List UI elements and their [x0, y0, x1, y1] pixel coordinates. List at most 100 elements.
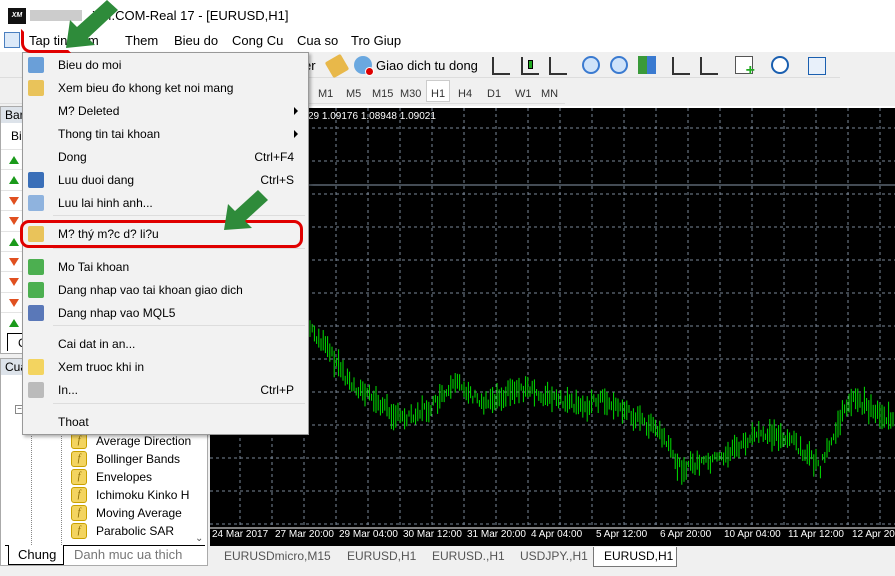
chart-window-icon[interactable] [4, 32, 20, 48]
candlestick-icon[interactable] [521, 57, 539, 75]
file-menu-item[interactable]: Thoat [23, 411, 308, 433]
ohlc-info: 29 1.09176 1.08948 1.09021 [308, 111, 436, 122]
indicator-icon: f [71, 523, 87, 539]
time-label: 11 Apr 12:00 [788, 529, 844, 540]
chart-tab[interactable]: USDJPY.,H1 [520, 549, 588, 563]
green-arrow-icon [224, 190, 268, 230]
menu-item-label: Dang nhap vao MQL5 [58, 306, 176, 320]
menu-item-label: Thoat [58, 415, 89, 429]
menu-item-shortcut: Ctrl+P [260, 383, 294, 397]
timeframe-m15[interactable]: M15 [372, 88, 393, 100]
menu-help[interactable]: Tro Giup [351, 33, 401, 48]
time-label: 10 Apr 04:00 [724, 529, 781, 540]
navigator-indicator[interactable]: Moving Average [96, 506, 182, 520]
file-menu-item[interactable]: Dang nhap vao tai khoan giao dich [23, 279, 308, 301]
open-account-icon [28, 259, 44, 275]
chart-canvas [210, 108, 895, 529]
arrow-up-icon [9, 156, 19, 164]
file-menu-item[interactable]: Xem truoc khi in [23, 356, 308, 378]
timeframe-mn[interactable]: MN [541, 88, 558, 100]
metaeditor-icon[interactable] [324, 53, 350, 79]
arrow-up-icon [9, 319, 19, 328]
timeframe-h1[interactable]: H1 [431, 88, 445, 100]
menu-item-label: Luu duoi dang [58, 173, 135, 187]
chart-tab-active[interactable]: EURUSD,H1 [593, 547, 677, 567]
print-icon [28, 382, 44, 398]
title-bar: XM XM.COM-Real 17 - [EURUSD,H1] [0, 0, 895, 30]
symbol-column-header[interactable]: Bi [11, 129, 22, 143]
zoom-in-icon[interactable] [582, 56, 600, 74]
timeframe-m1[interactable]: M1 [318, 88, 333, 100]
navigator-indicator[interactable]: Bollinger Bands [96, 452, 180, 466]
menu-insert[interactable]: Them [125, 33, 158, 48]
menu-item-label: Mo Tai khoan [58, 260, 130, 274]
tree-line [61, 419, 62, 549]
tile-windows-icon[interactable] [638, 56, 656, 74]
file-menu-item[interactable]: Dang nhap vao MQL5 [23, 302, 308, 324]
time-label: 5 Apr 12:00 [596, 529, 648, 540]
menu-tools[interactable]: Cong Cu [232, 33, 283, 48]
bar-chart-icon[interactable] [492, 57, 510, 75]
file-menu-item[interactable]: Dong Ctrl+F4 [23, 146, 308, 168]
time-label: 30 Mar 12:00 [403, 529, 462, 540]
menu-item-label: Xem truoc khi in [58, 360, 145, 374]
menu-item-label: Thong tin tai khoan [58, 127, 161, 141]
file-menu-item[interactable]: Thong tin tai khoan [23, 123, 308, 145]
new-chart-icon [28, 57, 44, 73]
tab-favorites[interactable]: Danh muc ua thich [74, 547, 182, 562]
indicators-icon[interactable]: + [735, 56, 755, 79]
file-menu-item[interactable]: In... Ctrl+P [23, 379, 308, 401]
menu-item-label: In... [58, 383, 79, 397]
mql5-login-icon [28, 305, 44, 321]
arrow-up-icon [9, 176, 19, 185]
menu-window[interactable]: Cua so [297, 33, 338, 48]
open-offline-icon [28, 80, 44, 96]
line-chart-icon[interactable] [549, 57, 567, 75]
file-menu-item[interactable]: M? Deleted [23, 100, 308, 122]
file-menu-item[interactable]: Bieu do moi [23, 54, 308, 76]
zoom-out-icon[interactable] [610, 56, 628, 74]
scroll-down-icon[interactable]: ⌄ [195, 533, 203, 544]
time-label: 29 Mar 04:00 [339, 529, 398, 540]
login-icon [28, 282, 44, 298]
menu-separator [53, 403, 305, 404]
chart-tab[interactable]: EURUSDmicro,M15 [224, 549, 331, 563]
chart-shift-icon[interactable] [700, 57, 718, 75]
navigator-indicator[interactable]: Parabolic SAR [96, 524, 174, 538]
indicator-icon: f [71, 487, 87, 503]
arrow-down-icon [9, 298, 19, 307]
green-arrow-icon [66, 0, 118, 48]
file-menu-item[interactable]: Mo Tai khoan [23, 256, 308, 278]
timeframe-h4[interactable]: H4 [458, 88, 472, 100]
arrow-down-icon [9, 217, 19, 226]
indicator-icon: f [71, 433, 87, 449]
periods-icon[interactable] [771, 56, 789, 74]
file-menu-item[interactable]: Xem bieu đo khong ket noi mang [23, 77, 308, 99]
navigator-indicator[interactable]: Average Direction [96, 434, 191, 448]
auto-trading-icon[interactable] [354, 56, 374, 76]
arrow-up-icon [9, 237, 19, 246]
tab-common[interactable]: Chung [8, 545, 64, 565]
navigator-indicator[interactable]: Ichimoku Kinko H [96, 488, 189, 502]
price-chart[interactable] [210, 106, 895, 546]
time-label: 27 Mar 20:00 [275, 529, 334, 540]
file-menu-item[interactable]: Luu duoi dang Ctrl+S [23, 169, 308, 191]
timeframe-w1[interactable]: W1 [515, 88, 532, 100]
menu-item-shortcut: Ctrl+S [260, 173, 294, 187]
time-label: 4 Apr 04:00 [531, 529, 583, 540]
templates-icon[interactable] [808, 57, 826, 75]
auto-scroll-icon[interactable] [672, 57, 690, 75]
indicator-icon: f [71, 469, 87, 485]
timeframe-d1[interactable]: D1 [487, 88, 501, 100]
auto-trading-button[interactable]: Giao dich tu dong [376, 58, 478, 73]
menu-charts[interactable]: Bieu do [174, 33, 218, 48]
timeframe-m5[interactable]: M5 [346, 88, 361, 100]
navigator-indicator[interactable]: Envelopes [96, 470, 152, 484]
chart-tab[interactable]: EURUSD.,H1 [432, 549, 505, 563]
chart-tab[interactable]: EURUSD,H1 [347, 549, 416, 563]
timeframe-m30[interactable]: M30 [400, 88, 421, 100]
menu-item-label: Cai dat in an... [58, 337, 136, 351]
print-preview-icon [28, 359, 44, 375]
time-label: 6 Apr 20:00 [660, 529, 712, 540]
file-menu-item[interactable]: Cai dat in an... [23, 333, 308, 355]
